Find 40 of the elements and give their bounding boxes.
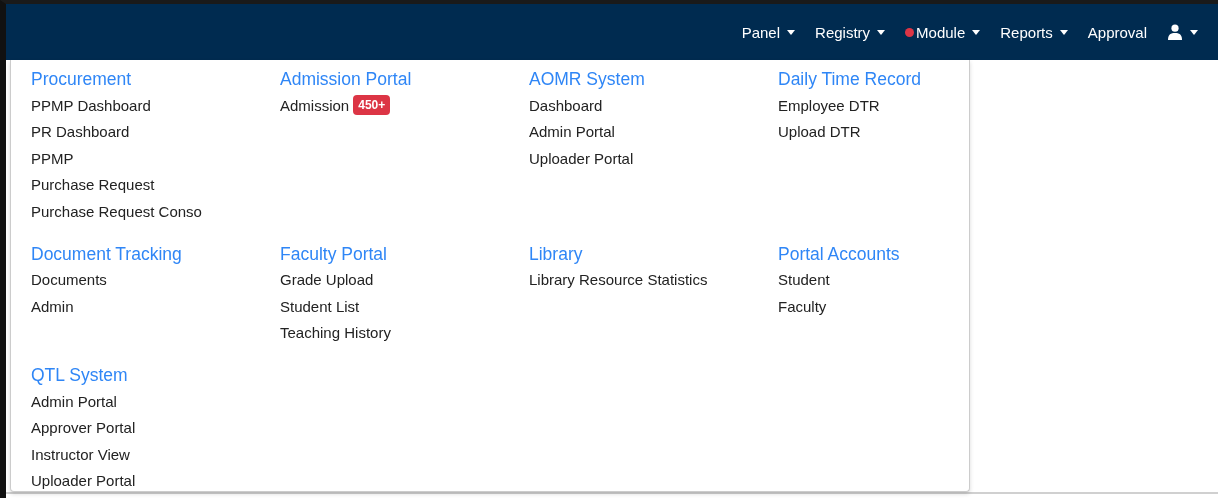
nav-menu-item[interactable]: Registry xyxy=(807,17,894,47)
notification-dot xyxy=(905,27,915,37)
menu-item[interactable]: Approver Portal xyxy=(31,419,136,437)
menu-item[interactable]: Instructor View xyxy=(31,445,130,463)
section-heading[interactable]: Portal Accounts xyxy=(778,240,1027,267)
section-heading[interactable]: Admission Portal xyxy=(280,66,529,92)
section-heading[interactable]: Library xyxy=(529,240,778,267)
menu-item[interactable]: Upload DTR xyxy=(778,123,861,141)
menu-item[interactable]: Uploader Portal xyxy=(31,472,136,490)
section-heading[interactable]: QTL System xyxy=(31,362,280,388)
menu-item[interactable]: Admin Portal xyxy=(31,392,117,410)
nav-menu-item[interactable]: Panel xyxy=(733,17,804,47)
menu-item[interactable]: PPMP Dashboard xyxy=(31,96,151,114)
menu-item[interactable]: Student xyxy=(778,271,830,289)
menu-item[interactable]: Dashboard xyxy=(529,96,603,114)
menu-item[interactable]: Library Resource Statistics xyxy=(529,271,708,289)
menu-item[interactable]: Admin Portal xyxy=(529,123,615,141)
menu-item[interactable]: Admission xyxy=(280,96,350,114)
menu-item[interactable]: PR Dashboard xyxy=(31,123,130,141)
menu-item[interactable]: Faculty xyxy=(778,297,827,315)
section-heading[interactable]: Procurement xyxy=(31,66,280,92)
nav-menu-item[interactable]: Reports xyxy=(992,17,1076,47)
section-heading[interactable]: Daily Time Record xyxy=(778,66,1027,92)
menu-item[interactable]: Purchase Request xyxy=(31,176,155,194)
nav-menu-item[interactable]: Module xyxy=(897,17,989,47)
menu-item[interactable]: Uploader Portal xyxy=(529,149,634,167)
menu-item[interactable]: Employee DTR xyxy=(778,96,880,114)
menu-item[interactable]: PPMP xyxy=(31,149,74,167)
section-heading[interactable]: AOMR System xyxy=(529,66,778,92)
menu-item[interactable]: Documents xyxy=(31,271,107,289)
count-badge: 450+ xyxy=(353,95,391,116)
user-icon xyxy=(1167,24,1183,40)
section-heading[interactable]: Document Tracking xyxy=(31,240,280,267)
menu-item[interactable]: Grade Upload xyxy=(280,271,374,289)
menu-item[interactable]: Student List xyxy=(280,297,360,315)
menu-item[interactable]: Admin xyxy=(31,297,74,315)
menu-item[interactable]: Teaching History xyxy=(280,324,391,342)
menu-item[interactable]: Purchase Request Conso xyxy=(31,202,202,220)
nav-menu-item[interactable]: Approval xyxy=(1079,17,1155,47)
section-heading[interactable]: Faculty Portal xyxy=(280,240,529,267)
